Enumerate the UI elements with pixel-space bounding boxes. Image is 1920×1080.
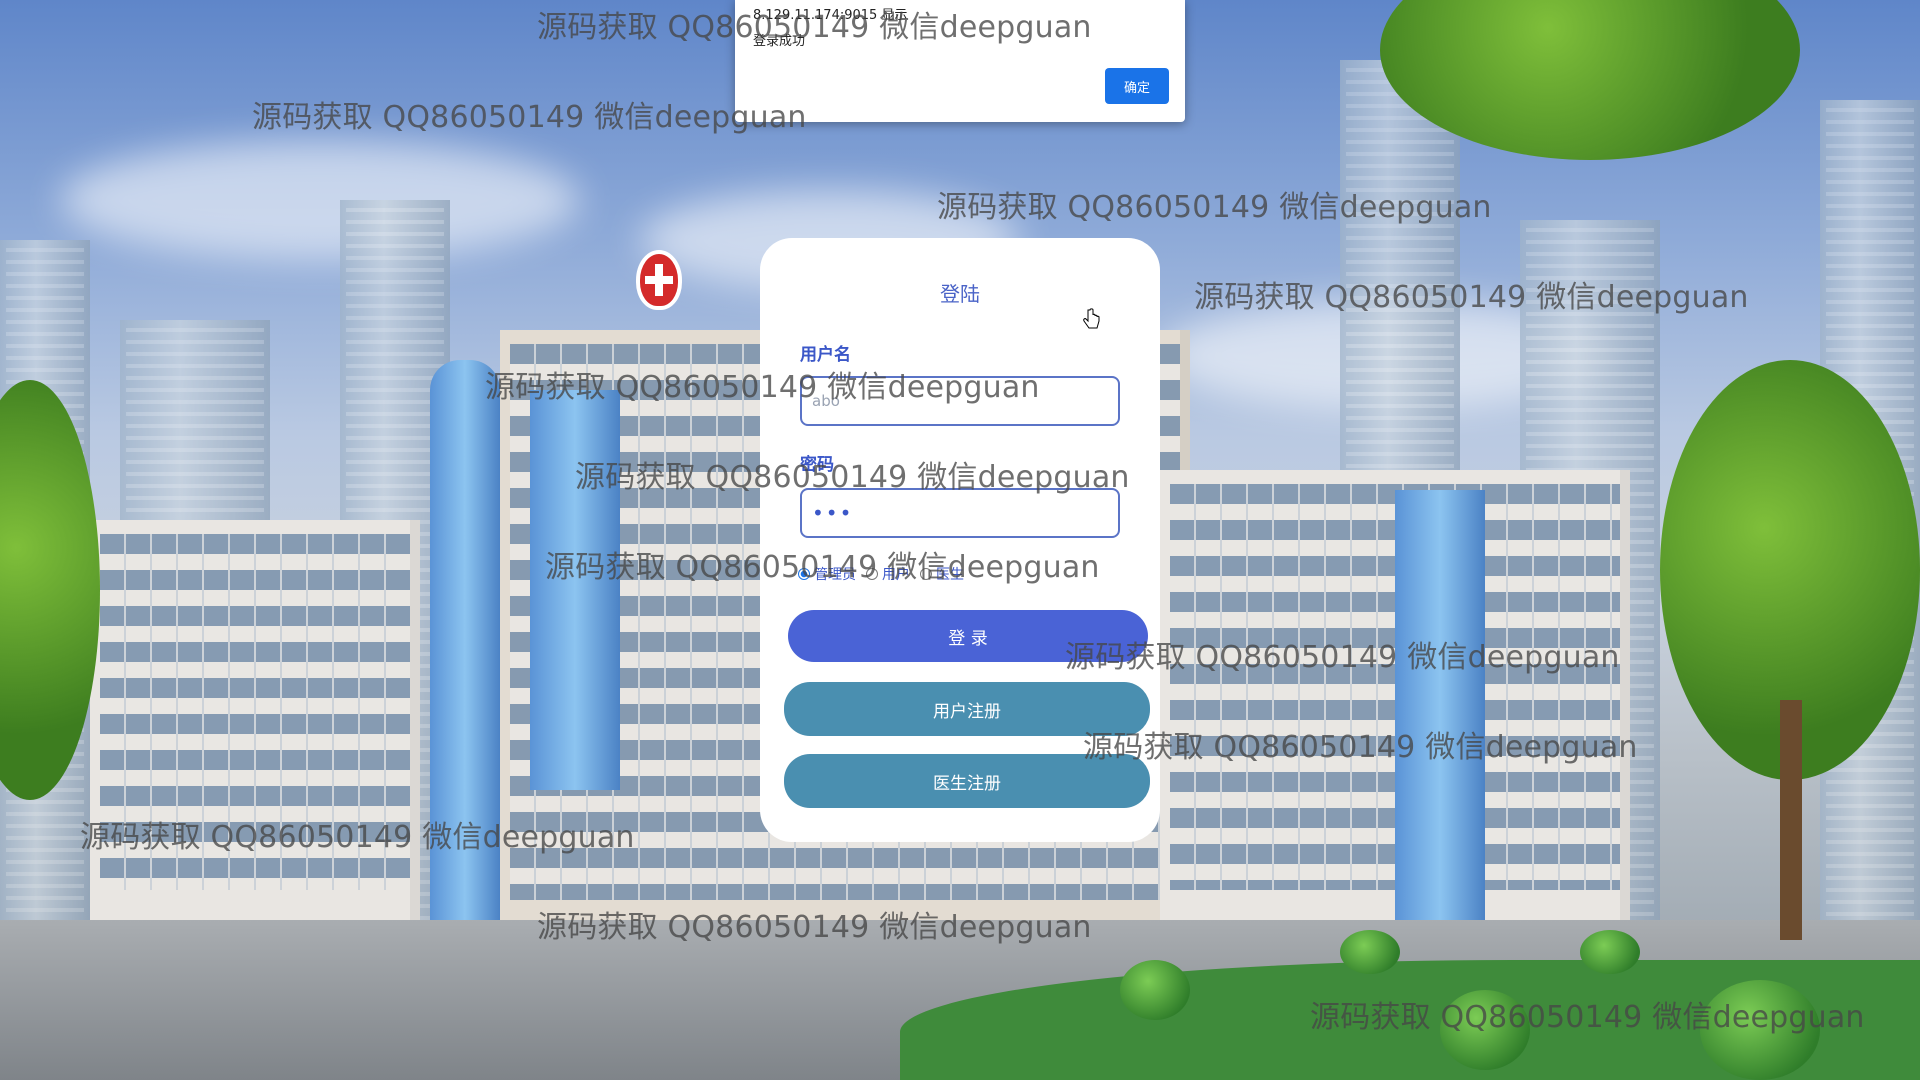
shrub <box>1340 930 1400 974</box>
alert-origin-text: 8.129.11.174:9015 显示 <box>753 8 908 23</box>
role-label: 医生 <box>936 567 964 583</box>
cloud <box>60 140 580 260</box>
login-card: 登陆 用户名 密码 管理员 用户 医生 登 录 用户注册 医生注册 <box>760 238 1160 842</box>
glass-facade-right <box>1395 490 1485 920</box>
role-label: 用户 <box>882 567 910 583</box>
hospital-wing-left <box>90 520 420 920</box>
login-title: 登陆 <box>940 282 980 306</box>
user-register-button[interactable]: 用户注册 <box>784 682 1150 736</box>
glass-facade <box>530 390 620 790</box>
role-user-radio[interactable]: 用户 <box>866 564 910 584</box>
shrub <box>1440 990 1530 1070</box>
shrub <box>1700 980 1820 1080</box>
username-label: 用户名 <box>800 345 851 365</box>
login-button[interactable]: 登 录 <box>788 610 1148 662</box>
radio-checked-icon <box>798 568 810 580</box>
radio-unchecked-icon <box>920 568 932 580</box>
username-input[interactable] <box>800 376 1120 426</box>
role-radio-group: 管理员 用户 医生 <box>798 564 968 584</box>
shrub <box>1580 930 1640 974</box>
hand-cursor-icon <box>1083 308 1100 329</box>
shrub <box>1120 960 1190 1020</box>
glass-tower <box>430 360 500 920</box>
alert-dialog: 8.129.11.174:9015 显示 登录成功 确定 <box>735 0 1185 122</box>
alert-message: 登录成功 <box>753 34 806 49</box>
role-label: 管理员 <box>814 567 856 583</box>
password-input[interactable] <box>800 488 1120 538</box>
doctor-register-button[interactable]: 医生注册 <box>784 754 1150 808</box>
radio-unchecked-icon <box>866 568 878 580</box>
tree-trunk <box>1780 700 1802 940</box>
password-label: 密码 <box>800 455 834 475</box>
red-cross-sign-icon <box>636 250 682 310</box>
role-admin-radio[interactable]: 管理员 <box>798 564 856 584</box>
role-doctor-radio[interactable]: 医生 <box>920 564 964 584</box>
alert-ok-button[interactable]: 确定 <box>1105 68 1169 104</box>
